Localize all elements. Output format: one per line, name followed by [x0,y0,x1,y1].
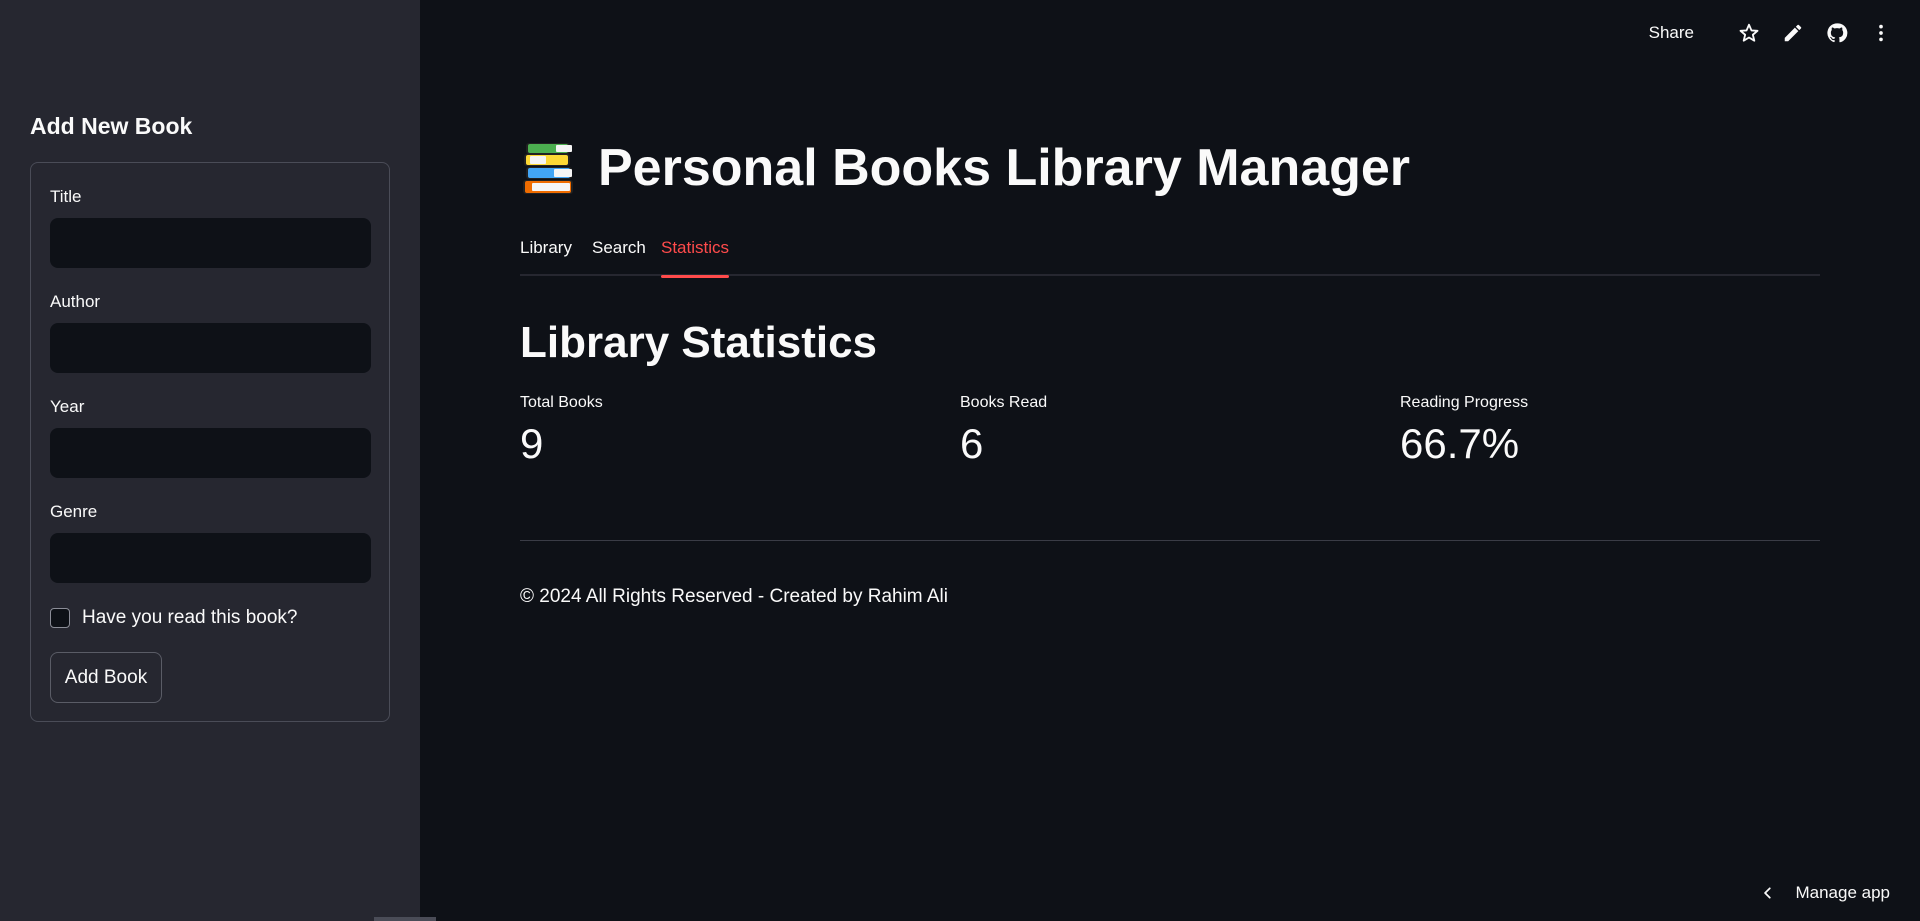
title-field[interactable] [50,218,371,268]
metric-value: 9 [520,420,544,467]
add-book-button[interactable]: Add Book [50,652,162,703]
metric-label: Books Read [960,394,1048,411]
read-checkbox[interactable] [50,608,70,628]
sidebar: Add New Book Title Author Year Genre Hav… [0,0,436,921]
more-vertical-icon[interactable] [1870,22,1892,44]
genre-label: Genre [50,502,98,521]
manage-app-label: Manage app [1795,883,1890,902]
year-field[interactable] [50,428,371,478]
tab-bar: Library Search Statistics [520,234,1820,278]
metric-books-read: Books Read 6 [960,394,1047,468]
author-label: Author [50,292,101,311]
metric-label: Total Books [520,394,603,411]
tab-library[interactable]: Library [520,234,572,276]
page-title: Personal Books Library Manager [520,138,1410,198]
tab-statistics[interactable]: Statistics [661,234,730,278]
divider [520,540,1820,541]
section-title: Library Statistics [520,318,878,367]
share-button[interactable]: Share [1649,23,1694,43]
sidebar-resize-handle[interactable] [374,917,436,921]
metric-value: 6 [960,420,984,467]
sidebar-header: Add New Book [30,113,193,139]
books-emoji-icon [523,143,573,194]
metric-label: Reading Progress [1400,394,1529,411]
pencil-icon[interactable] [1782,22,1804,44]
year-label: Year [50,397,85,416]
chevron-left-icon [1764,887,1772,899]
metric-total-books: Total Books 9 [520,394,603,468]
genre-field[interactable] [50,533,371,583]
tab-search[interactable]: Search [592,234,646,276]
read-checkbox-row[interactable]: Have you read this book? [50,607,297,629]
footer-text: © 2024 All Rights Reserved - Created by … [520,586,948,607]
metric-value: 66.7% [1400,420,1520,467]
metric-reading-progress: Reading Progress 66.7% [1400,394,1528,468]
read-checkbox-label: Have you read this book? [82,607,298,628]
github-icon[interactable] [1826,22,1848,44]
add-book-form: Title Author Year Genre Have you read th… [30,162,390,722]
title-label: Title [50,187,82,206]
star-icon[interactable] [1738,22,1760,44]
page-title-text: Personal Books Library Manager [598,139,1411,197]
top-toolbar: Share [1649,22,1892,44]
manage-app-button[interactable]: Manage app [1761,883,1890,903]
author-field[interactable] [50,323,371,373]
